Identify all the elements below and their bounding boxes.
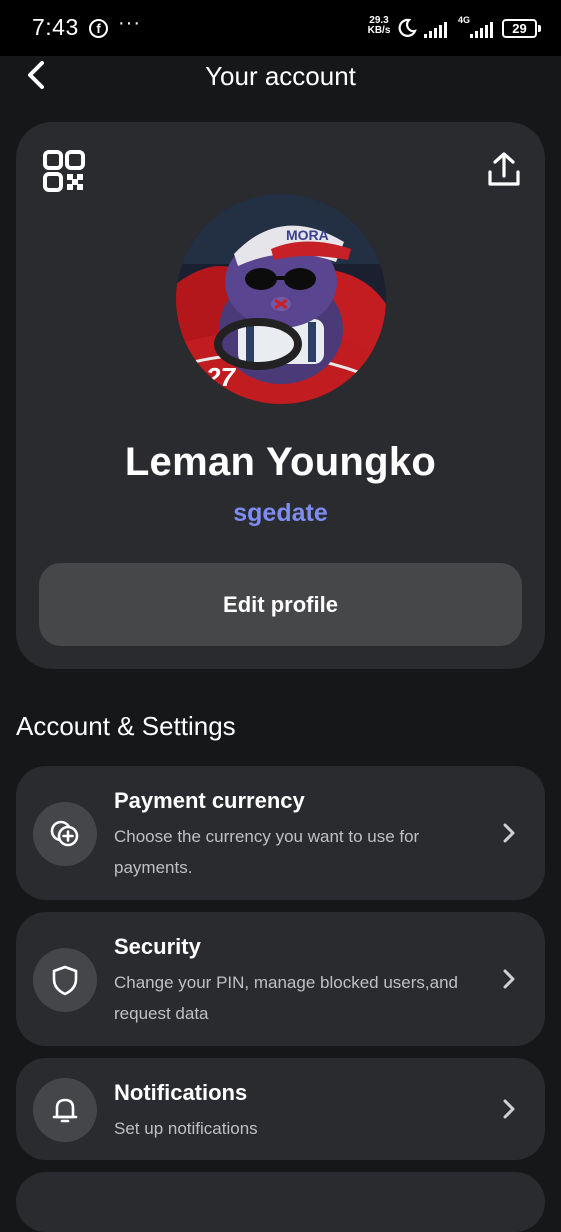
profile-username[interactable]: sgedate [0, 499, 561, 528]
status-bar: 7:43 f ··· 29.3 KB/s 4G 29 [0, 0, 561, 56]
chevron-right-icon [503, 1099, 515, 1119]
settings-item-payment-currency[interactable]: Payment currency Choose the currency you… [16, 766, 545, 900]
bell-icon-circle [33, 1078, 97, 1142]
settings-item-description: Change your PIN, manage blocked users,an… [114, 973, 458, 1023]
settings-item-description: Choose the currency you want to use for … [114, 827, 420, 877]
qr-code-button[interactable] [43, 150, 85, 192]
avatar[interactable]: MORA 27 [176, 194, 386, 404]
signal-icon-2 [470, 22, 493, 38]
network-speed-unit: KB/s [367, 25, 391, 36]
more-notifications-icon: ··· [118, 12, 141, 34]
chevron-right-icon [503, 823, 515, 843]
settings-item-description: Set up notifications [114, 1119, 258, 1138]
qr-code-icon [43, 150, 85, 192]
chevron-right-icon [503, 969, 515, 989]
profile-name: Leman Youngko [124, 440, 437, 484]
avatar-cap-text: MORA [286, 227, 329, 243]
avatar-image: MORA 27 [176, 194, 386, 404]
battery-tip [538, 25, 541, 32]
share-icon [488, 152, 520, 186]
signal-icon [424, 22, 447, 38]
shield-icon [52, 965, 78, 996]
lte-label: 4G [458, 15, 471, 25]
settings-item-security[interactable]: Security Change your PIN, manage blocked… [16, 912, 545, 1046]
shield-icon-circle [33, 948, 97, 1012]
edit-profile-button[interactable]: Edit profile [39, 563, 522, 646]
facebook-icon: f [89, 19, 108, 38]
status-time: 7:43 [32, 14, 79, 40]
bell-icon [52, 1098, 78, 1123]
share-button[interactable] [484, 150, 524, 190]
settings-item-title: Payment currency [114, 788, 305, 813]
page-title: Your account [205, 61, 356, 91]
battery-icon: 29 [502, 19, 537, 38]
settings-item-title: Security [114, 934, 201, 959]
currency-icon [50, 820, 79, 847]
settings-item-notifications[interactable]: Notifications Set up notifications [16, 1058, 545, 1160]
currency-icon-circle [33, 802, 97, 866]
moon-icon [398, 18, 417, 37]
settings-item-title: Notifications [114, 1080, 248, 1105]
settings-item-partial[interactable] [16, 1172, 545, 1232]
network-speed: 29.3 KB/s [364, 16, 394, 36]
section-heading: Account & Settings [16, 711, 236, 741]
